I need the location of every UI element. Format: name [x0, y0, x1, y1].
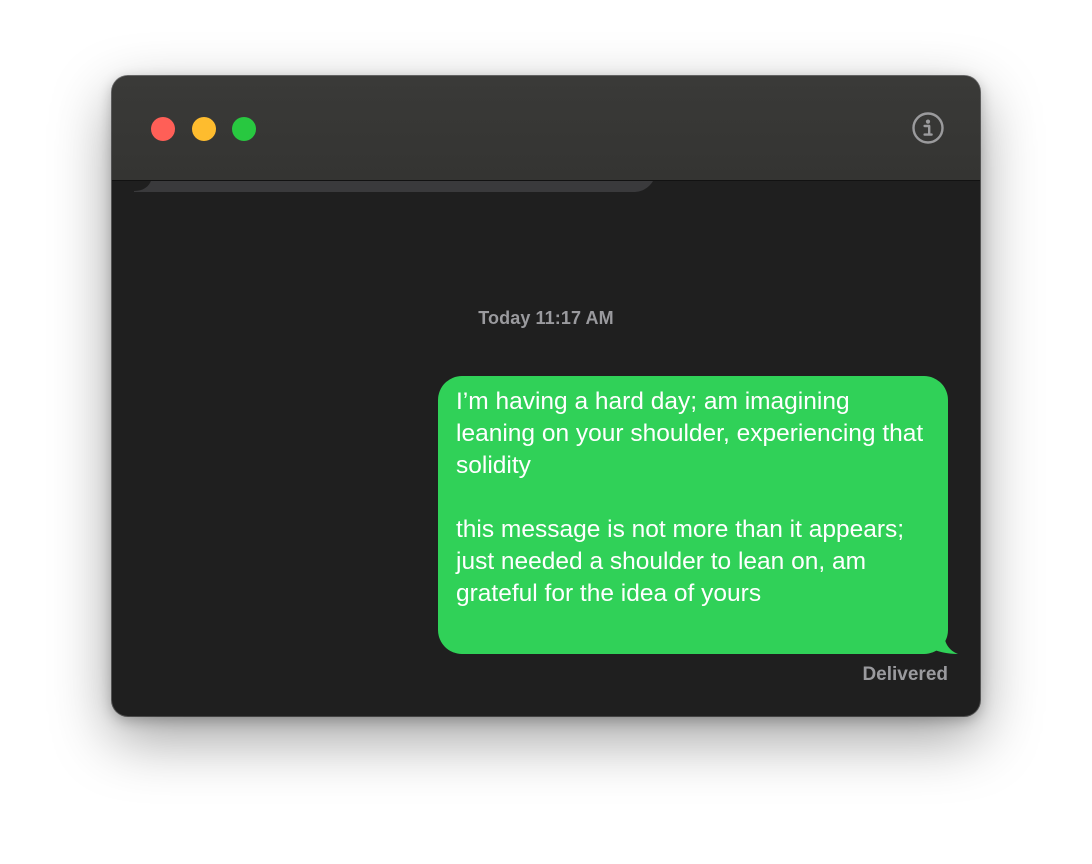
- delivery-status: Delivered: [862, 664, 948, 685]
- previous-incoming-message[interactable]: [148, 180, 656, 192]
- zoom-window-button[interactable]: [232, 117, 256, 141]
- minimize-window-button[interactable]: [192, 117, 216, 141]
- conversation-transcript[interactable]: Today 11:17 AM I’m having a hard day; am…: [112, 180, 980, 716]
- info-button[interactable]: [912, 112, 944, 144]
- outgoing-bubble-tail: [930, 632, 958, 654]
- incoming-bubble-tail: [134, 180, 174, 192]
- outgoing-message-bubble[interactable]: I’m having a hard day; am imagining lean…: [438, 376, 958, 654]
- message-timestamp: Today 11:17 AM: [478, 308, 614, 328]
- messages-window: Today 11:17 AM I’m having a hard day; am…: [112, 76, 980, 716]
- title-bar: [112, 76, 980, 181]
- message-paragraph: this message is not more than it appears…: [456, 516, 911, 607]
- info-icon: [912, 112, 944, 144]
- message-paragraph: I’m having a hard day; am imagining lean…: [456, 388, 930, 479]
- close-window-button[interactable]: [151, 117, 175, 141]
